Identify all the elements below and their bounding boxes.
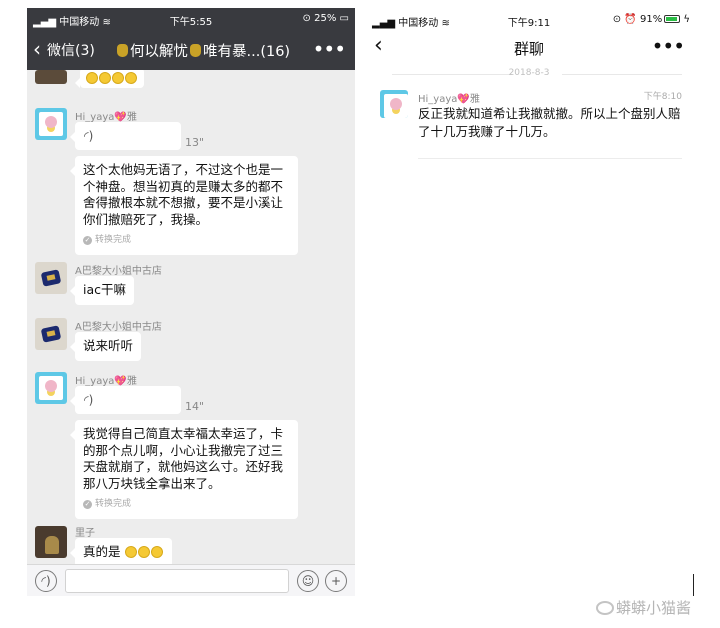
sender-name: 里子 <box>75 528 95 539</box>
emoji-icon <box>150 546 163 558</box>
divider <box>418 158 682 159</box>
weibo-icon <box>596 601 614 615</box>
message-bubble: 真的是 <box>70 538 172 564</box>
watermark-text: 蟒蟒小猫酱 <box>616 599 692 617</box>
avatar[interactable] <box>35 318 67 350</box>
status-bar: ▂▄▆ 中国移动 ≋ 下午9:11 ⊙ ⏰ 91% ϟ <box>362 8 696 29</box>
emoji-icon <box>125 72 137 84</box>
voice-input-icon[interactable]: ◜) <box>35 570 57 592</box>
more-icon[interactable]: ••• <box>652 34 685 58</box>
transcription-bubble: 我觉得自己简直太幸福太幸运了，卡的那个点儿啊，小心让我撤完了过三天盘就崩了，就他… <box>70 420 298 519</box>
message-text: 真的是 <box>83 544 121 559</box>
plus-icon[interactable]: + <box>325 570 347 592</box>
emoji-icon <box>112 72 124 84</box>
avatar[interactable] <box>35 372 67 404</box>
date-label: 2018-8-3 <box>508 68 550 78</box>
message-bubble: 说来听听 <box>69 332 142 361</box>
chat-title: 何以解忧 唯有暴...(16) <box>115 40 290 61</box>
text-cursor <box>693 574 694 596</box>
battery-percent: 91% <box>639 14 663 25</box>
money-bag-icon <box>117 44 128 57</box>
message-text: 说来听听 <box>83 338 134 353</box>
watermark: 蟒蟒小猫酱 <box>596 597 691 618</box>
message-bubble <box>75 70 144 88</box>
emoji-icon <box>124 546 137 558</box>
message-bubble: iac干嘛 <box>69 276 135 305</box>
message-list: Hi_yaya💖雅 ◜) 13" 这个太他妈无语了，不过这个也是一个神盘。想当初… <box>27 70 355 564</box>
more-icon[interactable]: ••• <box>313 37 346 61</box>
voice-wave-icon: ◜) <box>84 129 94 143</box>
charging-icon: ϟ <box>683 14 690 25</box>
avatar[interactable] <box>35 70 67 84</box>
date-divider: 2018-8-3 <box>362 68 696 82</box>
battery-icon: ▭ <box>339 13 349 24</box>
emoji-icon <box>99 72 111 84</box>
left-phone-screenshot: ▂▄▆ 中国移动 ≋ 下午5:55 ⊙ 25% ▭ ‹ 微信(3) 何以解忧 唯有… <box>27 8 355 596</box>
alarm-icon: ⏰ <box>624 14 637 25</box>
lock-rotation-icon: ⊙ <box>302 13 311 24</box>
sender-name: Hi_yaya💖雅 <box>418 94 480 105</box>
battery-icon <box>664 15 681 23</box>
right-phone-screenshot: ▂▄▆ 中国移动 ≋ 下午9:11 ⊙ ⏰ 91% ϟ ‹ 群聊 ••• 201… <box>362 8 696 168</box>
message-time: 下午8:10 <box>643 92 682 102</box>
input-bar: ◜) ☺ + <box>27 564 355 596</box>
battery-percent: 25% <box>314 13 337 24</box>
chat-nav-bar: ‹ 群聊 ••• <box>362 32 696 64</box>
message-text: 我觉得自己简直太幸福太幸运了，卡的那个点儿啊，小心让我撤完了过三天盘就崩了，就他… <box>83 426 284 491</box>
transcription-status: 转换完成 <box>83 496 290 513</box>
voice-message[interactable]: ◜) <box>70 386 181 414</box>
sender-name: A巴黎大小姐中古店 <box>75 266 162 277</box>
voice-wave-icon: ◜) <box>84 393 94 407</box>
sender-name: A巴黎大小姐中古店 <box>75 322 162 333</box>
emoji-icon <box>137 546 150 558</box>
emoji-icon <box>86 72 98 84</box>
avatar[interactable] <box>35 262 67 294</box>
chat-nav-bar: ‹ 微信(3) 何以解忧 唯有暴...(16) ••• <box>27 30 355 70</box>
transcription-status: 转换完成 <box>83 232 290 249</box>
message-text: 反正我就知道希让我撤就撤。所以上个盘别人赔了十几万我赚了十几万。 <box>418 106 681 139</box>
back-button[interactable]: 微信(3) <box>47 40 95 60</box>
chat-title: 群聊 <box>513 40 544 58</box>
avatar[interactable] <box>35 108 67 140</box>
lock-rotation-icon: ⊙ <box>612 14 622 25</box>
emoji-icon[interactable]: ☺ <box>297 570 319 592</box>
status-bar: ▂▄▆ 中国移动 ≋ 下午5:55 ⊙ 25% ▭ <box>27 8 355 30</box>
money-bag-icon <box>190 44 201 57</box>
avatar[interactable] <box>35 526 67 558</box>
sender-name: Hi_yaya💖雅 <box>75 112 137 123</box>
sender-name: Hi_yaya💖雅 <box>75 376 137 387</box>
message-text: 这个太他妈无语了，不过这个也是一个神盘。想当初真的是赚太多的都不舍得撤根本就不想… <box>83 162 284 227</box>
message-input[interactable] <box>65 569 289 593</box>
voice-message[interactable]: ◜) <box>70 122 181 150</box>
message-text: iac干嘛 <box>83 282 127 297</box>
transcription-bubble: 这个太他妈无语了，不过这个也是一个神盘。想当初真的是赚太多的都不舍得撤根本就不想… <box>70 156 298 255</box>
voice-duration: 14" <box>185 400 205 413</box>
avatar[interactable] <box>380 90 408 118</box>
back-chevron-icon[interactable]: ‹ <box>33 38 41 60</box>
voice-duration: 13" <box>185 136 205 149</box>
